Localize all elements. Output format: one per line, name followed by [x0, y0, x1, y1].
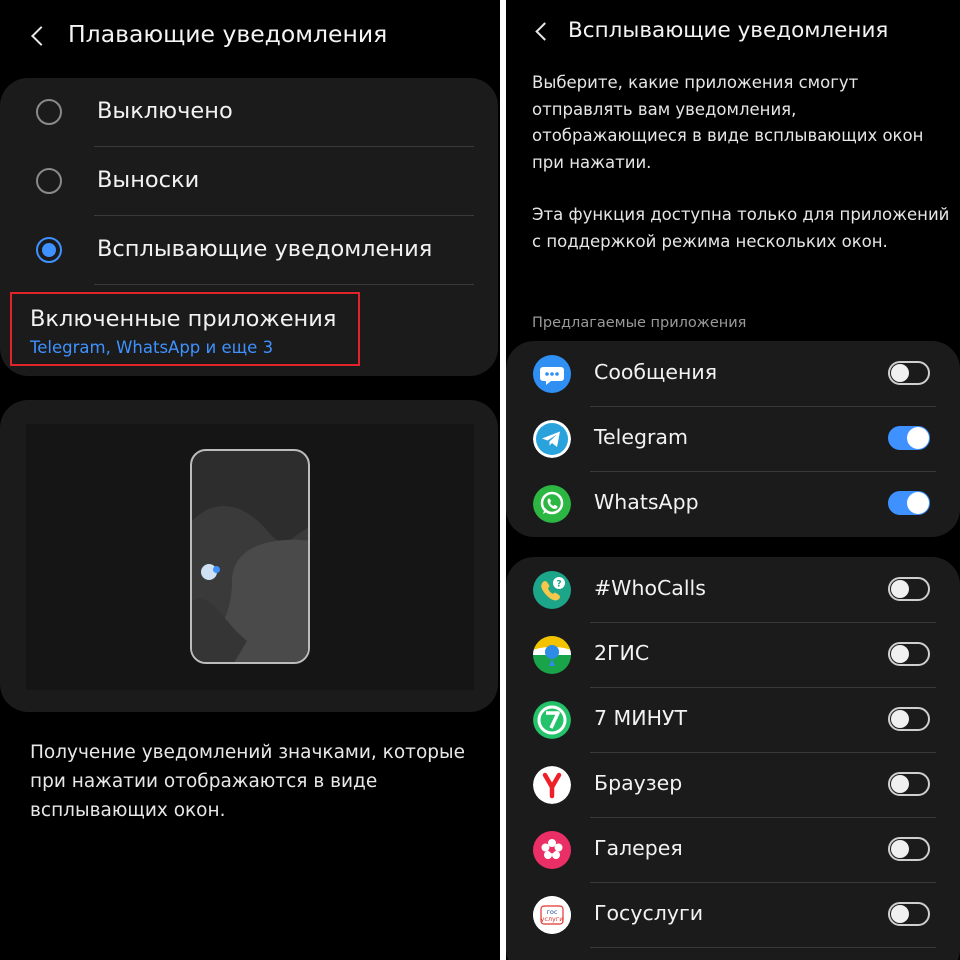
radio-popup-selected[interactable]	[36, 237, 62, 263]
description-paragraph: Эта функция доступна только для приложен…	[532, 205, 950, 251]
floating-notifications-screen: Плавающие уведомления Выключено Выноски …	[0, 0, 500, 960]
option-callouts-label: Выноски	[97, 167, 200, 193]
toggle-7-minut[interactable]	[888, 707, 930, 731]
toggle-browser[interactable]	[888, 772, 930, 796]
app-name: Telegram	[594, 425, 688, 449]
7-minut-icon	[533, 701, 571, 739]
header: Плавающие уведомления	[0, 0, 500, 70]
toggle-whocalls[interactable]	[888, 577, 930, 601]
option-off[interactable]: Выключено	[0, 78, 498, 146]
app-row-gallery[interactable]: Галерея	[506, 818, 960, 883]
app-name: Браузер	[594, 771, 683, 795]
app-row-whatsapp[interactable]: WhatsApp	[506, 472, 960, 537]
back-arrow-icon[interactable]	[31, 26, 51, 46]
section-label-suggested: Предлагаемые приложения	[532, 315, 747, 331]
enabled-apps-summary: Telegram, WhatsApp и еще 3	[30, 338, 274, 357]
screen-description: Выберите, какие приложения смогут отправ…	[532, 70, 952, 255]
suggested-apps-list: Сообщения Telegram WhatsApp	[506, 341, 960, 537]
app-row-telegram[interactable]: Telegram	[506, 407, 960, 472]
telegram-icon	[533, 420, 571, 458]
page-title: Всплывающие уведомления	[568, 18, 889, 43]
gosuslugi-icon: гос услуги	[533, 896, 571, 934]
svg-text:?: ?	[556, 580, 561, 590]
enabled-apps-title: Включенные приложения	[30, 306, 337, 332]
app-row-7-minut[interactable]: 7 МИНУТ	[506, 688, 960, 753]
floating-bubble-icon	[201, 564, 220, 580]
yandex-browser-icon	[533, 766, 571, 804]
toggle-messages[interactable]	[888, 361, 930, 385]
app-row-2gis[interactable]: 2ГИС	[506, 623, 960, 688]
2gis-icon	[533, 636, 571, 674]
header: Всплывающие уведомления	[506, 0, 960, 70]
svg-text:услуги: услуги	[540, 915, 563, 923]
back-arrow-icon[interactable]	[535, 22, 554, 41]
popup-notifications-screen: Всплывающие уведомления Выберите, какие …	[506, 0, 960, 960]
app-row-messages[interactable]: Сообщения	[506, 342, 960, 407]
option-popup-label: Всплывающие уведомления	[97, 236, 433, 262]
toggle-gallery[interactable]	[888, 837, 930, 861]
toggle-gosuslugi[interactable]	[888, 902, 930, 926]
app-name: 7 МИНУТ	[594, 706, 688, 730]
description-paragraph: Выберите, какие приложения смогут отправ…	[532, 73, 924, 172]
phone-illustration	[190, 449, 310, 664]
divider	[94, 284, 474, 285]
toggle-2gis[interactable]	[888, 642, 930, 666]
all-apps-list: ? #WhoCalls 2ГИС 7 МИНУТ Браузер Галерея…	[506, 557, 960, 960]
radio-off[interactable]	[36, 99, 62, 125]
whatsapp-icon	[533, 485, 571, 523]
toggle-whatsapp[interactable]	[888, 491, 930, 515]
app-row-gosuslugi[interactable]: гос услуги Госуслуги	[506, 883, 960, 948]
toggle-telegram[interactable]	[888, 426, 930, 450]
app-row-whocalls[interactable]: ? #WhoCalls	[506, 558, 960, 623]
app-name: #WhoCalls	[594, 576, 706, 600]
feature-description: Получение уведомлений значками, которые …	[30, 742, 465, 821]
gallery-icon	[533, 831, 571, 869]
whocalls-icon: ?	[533, 571, 571, 609]
app-name: Галерея	[594, 836, 683, 860]
option-off-label: Выключено	[97, 98, 233, 124]
messages-icon	[533, 355, 571, 393]
app-name: Сообщения	[594, 360, 718, 384]
app-row-browser[interactable]: Браузер	[506, 753, 960, 818]
option-popup[interactable]: Всплывающие уведомления	[0, 216, 498, 284]
radio-callouts[interactable]	[36, 168, 62, 194]
app-name: WhatsApp	[594, 490, 699, 514]
option-callouts[interactable]: Выноски	[0, 147, 498, 215]
app-name: Госуслуги	[594, 901, 704, 925]
app-name: 2ГИС	[594, 641, 650, 665]
enabled-apps-item[interactable]: Включенные приложения Telegram, WhatsApp…	[10, 292, 360, 366]
page-title: Плавающие уведомления	[68, 20, 388, 48]
